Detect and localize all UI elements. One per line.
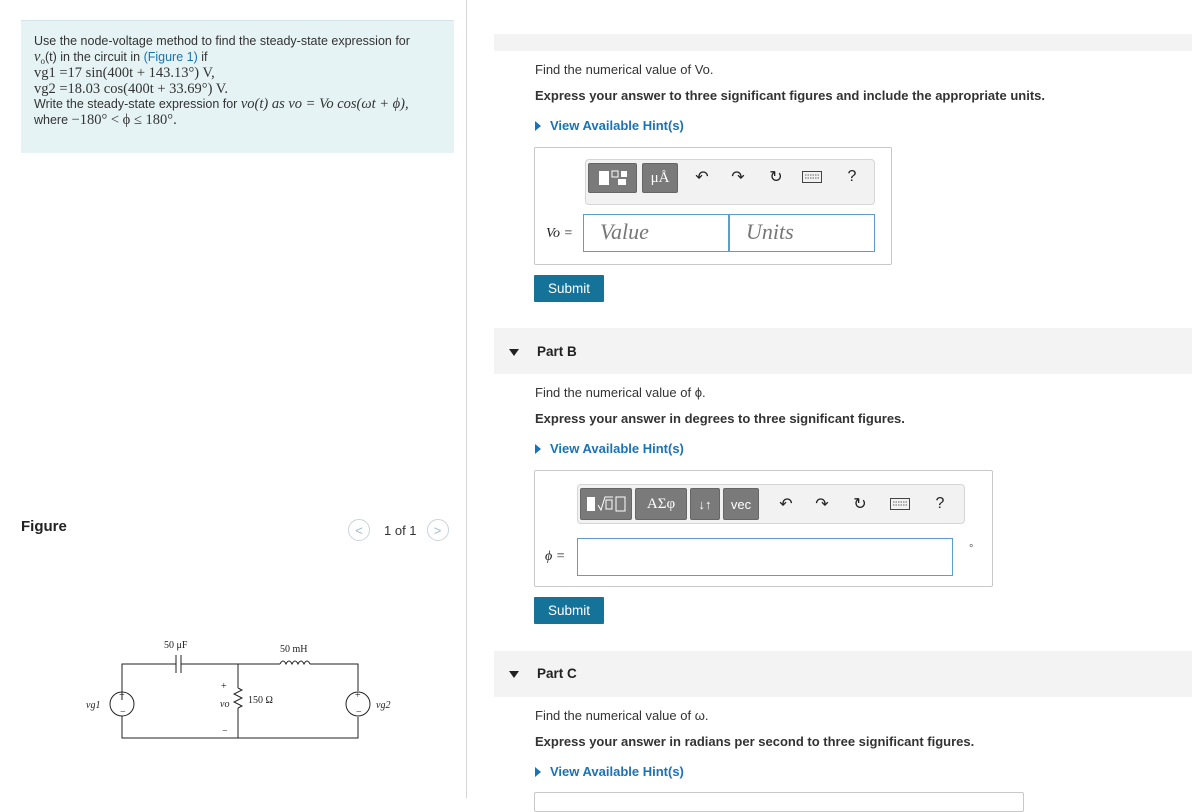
part-c-collapse-icon[interactable] <box>509 671 519 678</box>
undo-icon[interactable]: ↶ <box>774 491 798 517</box>
arrows-button[interactable]: ↓↑ <box>690 488 720 520</box>
value-input[interactable]: Value <box>583 214 729 252</box>
sqrt-template-icon <box>587 496 626 512</box>
problem-statement: Use the node-voltage method to find the … <box>21 20 454 153</box>
src1-minus: − <box>120 707 126 718</box>
part-b-collapse-icon[interactable] <box>509 349 519 356</box>
prev-figure-button[interactable]: < <box>348 519 370 541</box>
expand-icon <box>535 766 541 777</box>
part-a-prompt: Find the numerical value of Vo. <box>535 62 714 77</box>
part-a-hint-link[interactable]: View Available Hint(s) <box>535 118 684 133</box>
part-b-title[interactable]: Part B <box>537 344 577 359</box>
greek-button[interactable]: ΑΣφ <box>635 488 687 520</box>
part-a-toolbar: μÅ ↶ ↷ ↻ ? <box>585 159 875 205</box>
capacitor-label: 50 μF <box>164 640 188 651</box>
part-c-prompt: Find the numerical value of ω. <box>535 708 709 723</box>
expand-icon <box>535 120 541 131</box>
redo-icon[interactable]: ↷ <box>810 491 834 517</box>
figure-pager: < 1 of 1 > <box>348 518 449 542</box>
problem-line-2: (t) in the circuit in <box>44 49 144 64</box>
part-b-answer-box: ΑΣφ ↓↑ vec ↶ ↷ ↻ ? ϕ = ° <box>534 470 993 587</box>
units-button[interactable]: μÅ <box>642 163 678 193</box>
help-icon[interactable]: ? <box>928 491 952 517</box>
figure-page-count: 1 of 1 <box>384 522 417 538</box>
part-b-header-bar[interactable] <box>494 328 1192 374</box>
degree-unit: ° <box>969 543 974 555</box>
phi-input[interactable] <box>577 538 953 576</box>
part-b-hint-link[interactable]: View Available Hint(s) <box>535 441 684 456</box>
problem-line-6: where <box>34 112 69 127</box>
part-c-title[interactable]: Part C <box>537 666 577 681</box>
part-a-answer-box: μÅ ↶ ↷ ↻ ? Vo = Value Units <box>534 147 892 265</box>
src1-plus: + <box>119 690 125 701</box>
figure-heading: Figure <box>21 518 67 535</box>
vo-answer-label: Vo = <box>546 226 573 241</box>
part-c-hint-link[interactable]: View Available Hint(s) <box>535 764 684 779</box>
part-a-header-bar <box>494 34 1192 51</box>
src1-label: vg1 <box>86 700 100 711</box>
vec-button[interactable]: vec <box>723 488 759 520</box>
phi-answer-label: ϕ = <box>545 549 566 564</box>
part-b-prompt: Find the numerical value of ϕ. <box>535 385 706 400</box>
undo-icon[interactable]: ↶ <box>690 164 714 190</box>
part-b-instruction: Express your answer in degrees to three … <box>535 411 905 426</box>
src2-plus: + <box>355 690 361 701</box>
phi-range: −180° < ϕ ≤ 180°. <box>71 111 177 128</box>
part-b-submit-button[interactable]: Submit <box>534 597 604 624</box>
part-c-instruction: Express your answer in radians per secon… <box>535 734 975 749</box>
keyboard-icon[interactable] <box>888 491 912 517</box>
inductor-label: 50 mH <box>280 644 308 655</box>
vg1-expression: vg1 =17 sin(400t + 143.13°) V, <box>34 65 215 81</box>
vo-expression: vo(t) as vo = Vo cos(ωt + ϕ), <box>240 96 409 112</box>
left-panel: Use the node-voltage method to find the … <box>0 0 466 798</box>
templates-icon <box>598 170 627 185</box>
part-a-submit-button[interactable]: Submit <box>534 275 604 302</box>
redo-icon[interactable]: ↷ <box>726 164 750 190</box>
reset-icon[interactable]: ↻ <box>764 164 788 190</box>
vo-plus: + <box>221 681 227 692</box>
templates-sqrt-button[interactable] <box>580 488 632 520</box>
templates-button[interactable] <box>588 163 637 193</box>
circuit-diagram: + − + − 50 μF 50 mH 150 Ω vg1 vg2 vo + − <box>86 640 390 739</box>
panel-divider <box>466 0 467 798</box>
help-icon[interactable]: ? <box>840 164 864 190</box>
resistor-label: 150 Ω <box>248 695 273 706</box>
problem-line-5: Write the steady-state expression for <box>34 97 238 111</box>
src2-label: vg2 <box>376 700 390 711</box>
keyboard-icon[interactable] <box>800 164 824 190</box>
units-input[interactable]: Units <box>729 214 875 252</box>
next-figure-button[interactable]: > <box>426 519 449 541</box>
vo-label: vo <box>220 699 229 710</box>
src2-minus: − <box>356 707 362 718</box>
part-a-instruction: Express your answer to three significant… <box>535 88 1045 103</box>
problem-line-1: Use the node-voltage method to find the … <box>34 34 410 48</box>
reset-icon[interactable]: ↻ <box>848 491 872 517</box>
part-c-header-bar[interactable] <box>494 651 1192 697</box>
vo-minus: − <box>222 726 228 737</box>
figure-link[interactable]: (Figure 1) <box>144 50 198 64</box>
part-c-answer-box <box>534 792 1024 812</box>
part-b-toolbar: ΑΣφ ↓↑ vec ↶ ↷ ↻ ? <box>577 484 965 524</box>
expand-icon <box>535 443 541 454</box>
vg2-expression: vg2 =18.03 cos(400t + 33.69°) V. <box>34 80 229 97</box>
